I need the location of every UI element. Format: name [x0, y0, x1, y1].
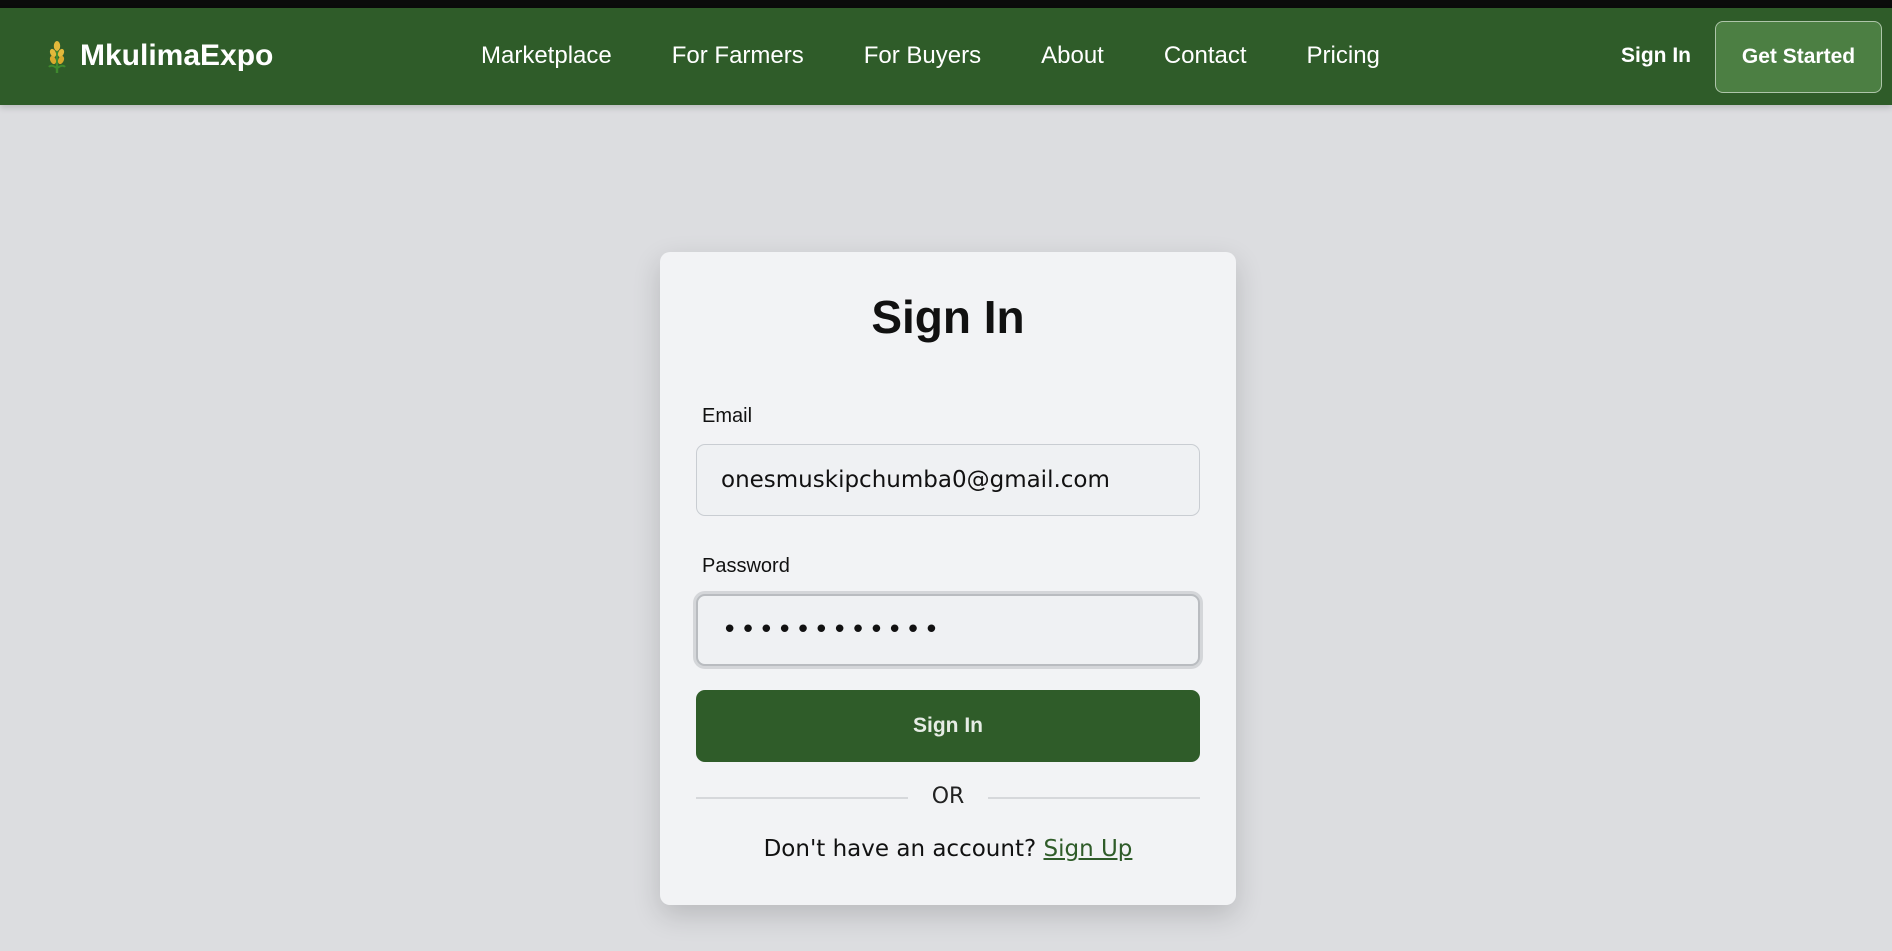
brand-name: MkulimaExpo	[80, 39, 274, 72]
divider-line-right	[988, 797, 1200, 799]
window-top-strip	[0, 0, 1892, 8]
nav-link-for-buyers[interactable]: For Buyers	[864, 42, 981, 70]
sign-in-submit-button[interactable]: Sign In	[696, 690, 1200, 762]
nav-link-contact[interactable]: Contact	[1164, 42, 1247, 70]
page-title: Sign In	[871, 291, 1025, 343]
get-started-button[interactable]: Get Started	[1715, 21, 1882, 93]
nav-sign-in-link[interactable]: Sign In	[1621, 44, 1691, 68]
signup-prompt: Don't have an account?	[763, 836, 1037, 862]
nav-link-pricing[interactable]: Pricing	[1307, 42, 1380, 70]
signup-prompt-row: Don't have an account? Sign Up	[660, 836, 1236, 862]
email-field[interactable]	[696, 444, 1200, 516]
main-nav: Marketplace For Farmers For Buyers About…	[481, 38, 1380, 74]
nav-link-about[interactable]: About	[1041, 42, 1104, 70]
sign-in-card: Sign In Email Password Sign In OR Don't …	[660, 252, 1236, 905]
navbar: MkulimaExpo Marketplace For Farmers For …	[0, 8, 1892, 105]
sign-up-link[interactable]: Sign Up	[1043, 836, 1132, 862]
or-divider: OR	[931, 784, 965, 809]
nav-link-for-farmers[interactable]: For Farmers	[672, 42, 804, 70]
wheat-icon	[48, 41, 66, 73]
password-field[interactable]	[696, 594, 1200, 666]
nav-link-marketplace[interactable]: Marketplace	[481, 42, 612, 70]
divider-line-left	[696, 797, 908, 799]
email-label: Email	[702, 405, 753, 427]
brand-logo[interactable]: MkulimaExpo	[44, 36, 273, 76]
password-label: Password	[702, 555, 790, 577]
